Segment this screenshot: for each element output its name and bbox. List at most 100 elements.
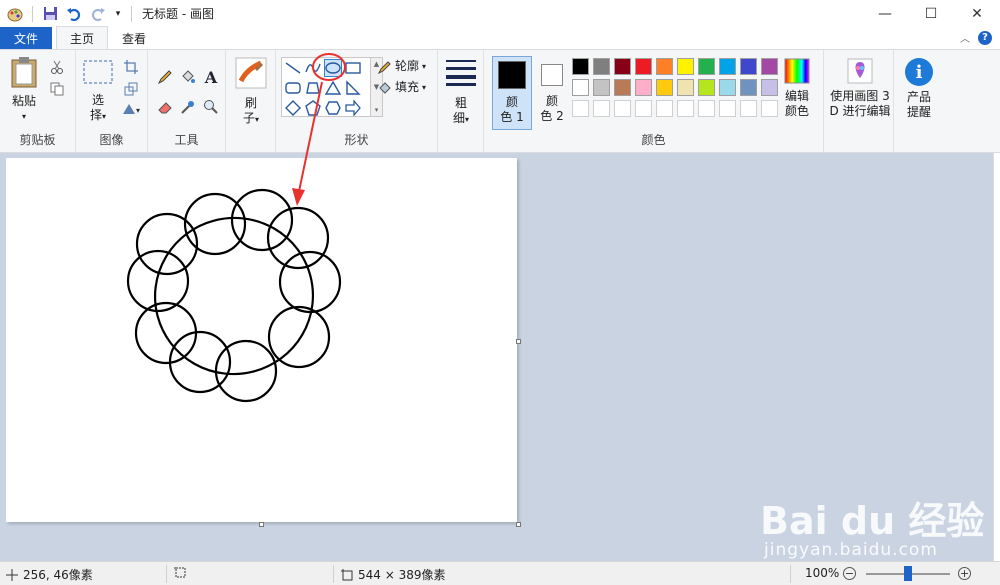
chevron-down-icon: ▾: [422, 62, 427, 71]
crosshair-icon: [6, 568, 18, 581]
tab-file[interactable]: 文件: [0, 27, 52, 49]
palette-custom-slot[interactable]: [677, 100, 694, 117]
drawing-canvas[interactable]: [6, 158, 517, 522]
select-label-2: 择▾: [89, 108, 107, 122]
cut-icon[interactable]: [48, 58, 66, 76]
customize-toolbar-icon[interactable]: ▾: [113, 5, 123, 23]
expand-icon[interactable]: ▾: [375, 106, 379, 114]
brushes-button[interactable]: 刷 子▾: [233, 57, 269, 127]
palette-swatch[interactable]: [698, 79, 715, 96]
palette-custom-slot[interactable]: [656, 100, 673, 117]
palette-swatch[interactable]: [761, 58, 778, 75]
resize-handle-bottom[interactable]: [259, 522, 264, 527]
outline-button[interactable]: 轮廓 ▾: [378, 59, 426, 74]
save-icon[interactable]: [41, 5, 59, 23]
line-shape-icon[interactable]: [284, 59, 302, 77]
product-alert-label-2: 提醒: [906, 105, 931, 119]
oval-shape-icon[interactable]: [324, 59, 342, 77]
zoom-in-button[interactable]: +: [958, 567, 971, 580]
palette-swatch[interactable]: [677, 58, 694, 75]
tab-view[interactable]: 查看: [108, 27, 160, 49]
palette-swatch[interactable]: [740, 58, 757, 75]
color-picker-icon[interactable]: [179, 98, 197, 116]
color1-button[interactable]: 颜 色 1: [492, 56, 532, 130]
palette-swatch[interactable]: [635, 58, 652, 75]
drawn-circle: [266, 206, 330, 270]
brushes-label-1: 刷: [244, 96, 257, 110]
maximize-button[interactable]: ☐: [908, 0, 954, 27]
size-button[interactable]: 粗 细▾: [444, 58, 478, 127]
rounded-rectangle-shape-icon[interactable]: [284, 79, 302, 97]
palette-swatch[interactable]: [698, 58, 715, 75]
fill-bucket-icon[interactable]: [179, 68, 197, 86]
undo-icon[interactable]: [65, 5, 83, 23]
palette-swatch[interactable]: [593, 58, 610, 75]
palette-custom-slot[interactable]: [761, 100, 778, 117]
canvas-size-icon: [341, 568, 353, 580]
redo-icon[interactable]: [89, 5, 107, 23]
paint3d-label-1: 使用画图 3: [830, 89, 890, 103]
product-alert-label-1: 产品: [906, 90, 931, 104]
edit-colors-button[interactable]: 编辑 颜色: [780, 58, 814, 119]
curve-shape-icon[interactable]: [304, 59, 322, 77]
magnifier-icon[interactable]: [202, 98, 220, 116]
collapse-ribbon-icon[interactable]: ︿: [960, 30, 970, 45]
resize-handle-right[interactable]: [516, 339, 521, 344]
palette-custom-slot[interactable]: [698, 100, 715, 117]
arrow-shape-icon[interactable]: [344, 99, 362, 117]
right-triangle-shape-icon[interactable]: [344, 79, 362, 97]
palette-swatch[interactable]: [761, 79, 778, 96]
rotate-icon[interactable]: ▾: [120, 100, 144, 118]
ribbon-right-controls: ︿ ?: [960, 30, 992, 45]
ribbon: 粘贴 ▾ 剪贴板 选 择▾ ▾ 图像 A 工具 刷 子▾ 形状 ▲ ▼ ▾ 轮廓…: [0, 49, 1000, 153]
color2-button[interactable]: 颜 色 2: [534, 56, 570, 124]
zoom-slider-thumb[interactable]: [904, 566, 912, 581]
minimize-button[interactable]: —: [862, 0, 908, 27]
select-button[interactable]: 选 择▾: [80, 60, 116, 124]
palette-swatch[interactable]: [740, 79, 757, 96]
rectangle-shape-icon[interactable]: [344, 59, 362, 77]
palette-custom-slot[interactable]: [719, 100, 736, 117]
vertical-scrollbar[interactable]: [993, 153, 1000, 561]
tab-home[interactable]: 主页: [56, 26, 108, 49]
palette-custom-slot[interactable]: [740, 100, 757, 117]
group-clipboard: 粘贴 ▾ 剪贴板: [0, 50, 76, 152]
help-icon[interactable]: ?: [978, 30, 992, 45]
fill-button[interactable]: 填充 ▾: [378, 80, 426, 95]
paint-app-icon[interactable]: [6, 5, 24, 23]
close-button[interactable]: ✕: [954, 0, 1000, 27]
palette-swatch[interactable]: [614, 79, 631, 96]
diamond-shape-icon[interactable]: [284, 99, 302, 117]
text-tool-icon[interactable]: A: [202, 68, 220, 87]
palette-custom-slot[interactable]: [572, 100, 589, 117]
polygon-shape-icon[interactable]: [304, 79, 322, 97]
pencil-icon[interactable]: [156, 68, 174, 86]
resize-handle-corner[interactable]: [516, 522, 521, 527]
window-title: 无标题 - 画图: [142, 7, 214, 21]
palette-swatch[interactable]: [572, 79, 589, 96]
paste-button[interactable]: 粘贴 ▾: [6, 56, 42, 124]
palette-swatch[interactable]: [677, 79, 694, 96]
palette-swatch[interactable]: [719, 79, 736, 96]
palette-swatch[interactable]: [593, 79, 610, 96]
palette-custom-slot[interactable]: [614, 100, 631, 117]
palette-swatch[interactable]: [656, 58, 673, 75]
resize-icon[interactable]: [122, 80, 140, 98]
palette-swatch[interactable]: [614, 58, 631, 75]
palette-custom-slot[interactable]: [593, 100, 610, 117]
zoom-out-button[interactable]: −: [843, 567, 856, 580]
paint3d-button[interactable]: 使用画图 3 D 进行编辑: [828, 58, 892, 119]
copy-icon[interactable]: [48, 80, 66, 98]
baidu-watermark-url: jingyan.baidu.com: [764, 540, 938, 560]
triangle-shape-icon[interactable]: [324, 79, 342, 97]
product-alert-button[interactable]: i 产品 提醒: [900, 58, 938, 120]
palette-swatch[interactable]: [656, 79, 673, 96]
pentagon-shape-icon[interactable]: [304, 99, 322, 117]
palette-swatch[interactable]: [719, 58, 736, 75]
palette-swatch[interactable]: [635, 79, 652, 96]
hexagon-shape-icon[interactable]: [324, 99, 342, 117]
eraser-icon[interactable]: [156, 98, 174, 116]
palette-custom-slot[interactable]: [635, 100, 652, 117]
palette-swatch[interactable]: [572, 58, 589, 75]
crop-icon[interactable]: [122, 58, 140, 76]
